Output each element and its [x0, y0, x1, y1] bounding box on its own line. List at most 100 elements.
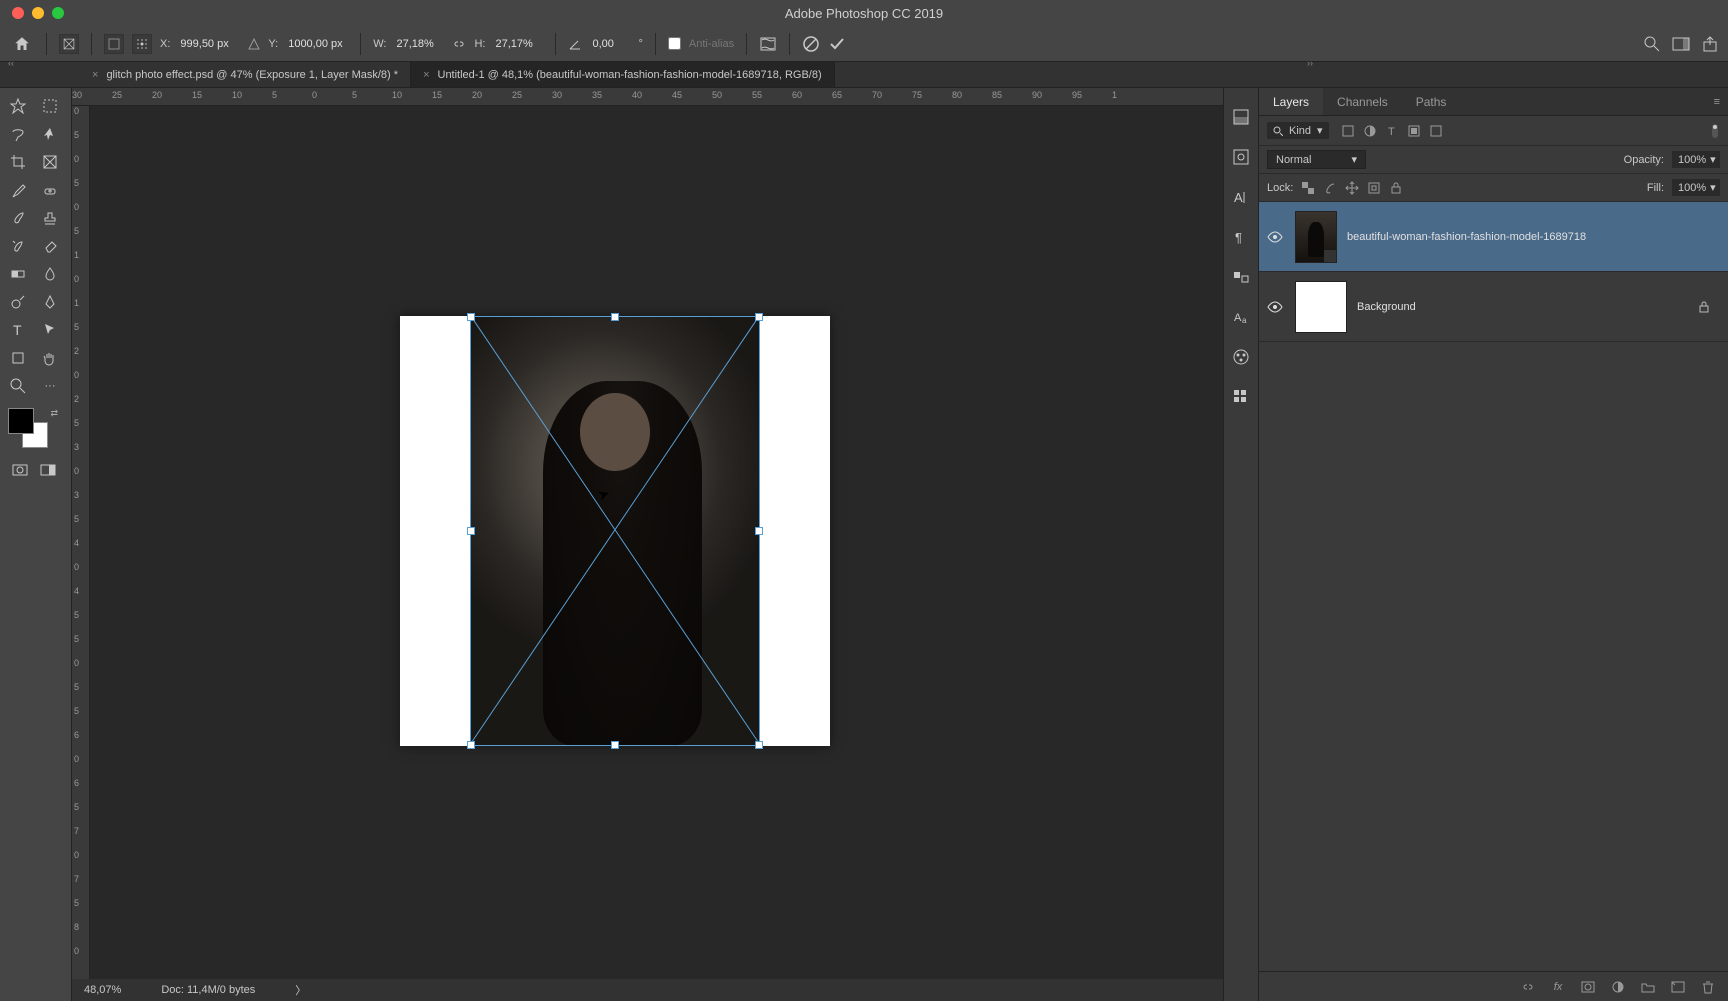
- ruler-vertical[interactable]: 050505101520253035404550556065707580: [72, 106, 90, 979]
- frame-tool[interactable]: [34, 148, 66, 176]
- blend-mode-select[interactable]: Normal ▾: [1267, 150, 1366, 169]
- marquee-tool[interactable]: [34, 92, 66, 120]
- link-wh-icon[interactable]: [452, 39, 466, 49]
- healing-tool[interactable]: [34, 176, 66, 204]
- lock-transparent-icon[interactable]: [1301, 181, 1315, 195]
- history-brush-tool[interactable]: [2, 232, 34, 260]
- tab-paths[interactable]: Paths: [1402, 88, 1461, 115]
- lock-artboard-icon[interactable]: [1367, 181, 1381, 195]
- layer-name[interactable]: beautiful-woman-fashion-fashion-model-16…: [1347, 231, 1720, 243]
- w-input[interactable]: [394, 36, 444, 52]
- gradient-tool[interactable]: [2, 260, 34, 288]
- fx-icon[interactable]: fx: [1550, 979, 1566, 995]
- screenmode-toggle[interactable]: [36, 460, 60, 480]
- move-tool[interactable]: [2, 92, 34, 120]
- lock-pixels-icon[interactable]: [1323, 181, 1337, 195]
- ruler-horizontal[interactable]: 3025201510505101520253035404550556065707…: [72, 88, 1223, 106]
- filter-adjust-icon[interactable]: [1363, 124, 1377, 138]
- lock-position-icon[interactable]: [1345, 181, 1359, 195]
- x-input[interactable]: [178, 36, 240, 52]
- group-icon[interactable]: [1640, 979, 1656, 995]
- close-window-button[interactable]: [12, 7, 24, 19]
- brush-tool[interactable]: [2, 204, 34, 232]
- shape-tool[interactable]: [2, 344, 34, 372]
- status-arrow-icon[interactable]: 〉: [295, 982, 306, 998]
- opacity-input[interactable]: 100% ▾: [1672, 151, 1720, 168]
- layer-row[interactable]: beautiful-woman-fashion-fashion-model-16…: [1259, 202, 1728, 272]
- layer-row[interactable]: Background: [1259, 272, 1728, 342]
- home-button[interactable]: [10, 32, 34, 56]
- lock-all-icon[interactable]: [1389, 181, 1403, 195]
- collapse-left-icon[interactable]: ‹‹: [8, 58, 14, 68]
- edit-toolbar[interactable]: ···: [34, 372, 66, 400]
- search-icon[interactable]: [1644, 36, 1660, 52]
- lock-icon[interactable]: [1698, 300, 1710, 314]
- zoom-tool[interactable]: [2, 372, 34, 400]
- tab-layers[interactable]: Layers: [1259, 88, 1323, 115]
- mask-icon[interactable]: [1580, 979, 1596, 995]
- placed-smart-object[interactable]: ➤: [470, 316, 760, 746]
- hand-tool[interactable]: [34, 344, 66, 372]
- eraser-tool[interactable]: [34, 232, 66, 260]
- filter-pixel-icon[interactable]: [1341, 124, 1355, 138]
- paragraph-panel-icon[interactable]: ¶: [1230, 226, 1252, 248]
- canvas[interactable]: ➤: [90, 106, 1223, 979]
- tab-channels[interactable]: Channels: [1323, 88, 1402, 115]
- dodge-tool[interactable]: [2, 288, 34, 316]
- layer-name[interactable]: Background: [1357, 301, 1688, 313]
- close-tab-icon[interactable]: ×: [92, 69, 98, 81]
- path-select-tool[interactable]: [34, 316, 66, 344]
- reference-point-grid[interactable]: [132, 34, 152, 54]
- filter-kind-select[interactable]: Kind ▾: [1267, 122, 1329, 139]
- document-tab-0[interactable]: × glitch photo effect.psd @ 47% (Exposur…: [80, 62, 411, 87]
- filter-smart-icon[interactable]: [1429, 124, 1443, 138]
- antialias-checkbox[interactable]: [668, 37, 681, 50]
- warp-mode-icon[interactable]: [759, 35, 777, 53]
- y-input[interactable]: [286, 36, 348, 52]
- new-layer-icon[interactable]: [1670, 979, 1686, 995]
- eyedropper-tool[interactable]: [2, 176, 34, 204]
- color-panel-icon[interactable]: [1230, 346, 1252, 368]
- fill-input[interactable]: 100% ▾: [1672, 179, 1720, 196]
- type-tool[interactable]: T: [2, 316, 34, 344]
- document-tab-1[interactable]: × Untitled-1 @ 48,1% (beautiful-woman-fa…: [411, 62, 835, 87]
- history-panel-icon[interactable]: [1230, 106, 1252, 128]
- h-input[interactable]: [493, 36, 543, 52]
- close-tab-icon[interactable]: ×: [423, 69, 429, 81]
- angle-input[interactable]: [590, 36, 630, 52]
- blur-tool[interactable]: [34, 260, 66, 288]
- color-swatches[interactable]: ⇄: [2, 408, 66, 456]
- properties-panel-icon[interactable]: [1230, 146, 1252, 168]
- adjustment-icon[interactable]: [1610, 979, 1626, 995]
- visibility-toggle[interactable]: [1267, 231, 1285, 243]
- transform-tool-icon[interactable]: [59, 34, 79, 54]
- swap-colors-icon[interactable]: ⇄: [50, 408, 58, 419]
- minimize-window-button[interactable]: [32, 7, 44, 19]
- workspace-icon[interactable]: [1672, 37, 1690, 51]
- lasso-tool[interactable]: [2, 120, 34, 148]
- quickmask-toggle[interactable]: [8, 460, 32, 480]
- quick-select-tool[interactable]: [34, 120, 66, 148]
- commit-transform-icon[interactable]: [828, 35, 846, 53]
- delta-icon[interactable]: [248, 37, 260, 51]
- glyphs-panel-icon[interactable]: Aa: [1230, 306, 1252, 328]
- layer-thumbnail[interactable]: [1295, 211, 1337, 263]
- trash-icon[interactable]: [1700, 979, 1716, 995]
- filter-shape-icon[interactable]: [1407, 124, 1421, 138]
- crop-tool[interactable]: [2, 148, 34, 176]
- stamp-tool[interactable]: [34, 204, 66, 232]
- link-layers-icon[interactable]: [1520, 979, 1536, 995]
- maximize-window-button[interactable]: [52, 7, 64, 19]
- character-panel-icon[interactable]: A: [1230, 186, 1252, 208]
- layer-thumbnail[interactable]: [1295, 281, 1347, 333]
- foreground-color-swatch[interactable]: [8, 408, 34, 434]
- filter-type-icon[interactable]: T: [1385, 124, 1399, 138]
- reference-point-toggle[interactable]: [104, 34, 124, 54]
- swatches-panel-icon[interactable]: [1230, 266, 1252, 288]
- visibility-toggle[interactable]: [1267, 301, 1285, 313]
- share-icon[interactable]: [1702, 36, 1718, 52]
- filter-toggle-switch[interactable]: [1710, 122, 1720, 140]
- collapse-right-icon[interactable]: ››: [1307, 58, 1313, 68]
- zoom-level[interactable]: 48,07%: [84, 984, 121, 996]
- doc-size[interactable]: Doc: 11,4M/0 bytes: [161, 984, 255, 996]
